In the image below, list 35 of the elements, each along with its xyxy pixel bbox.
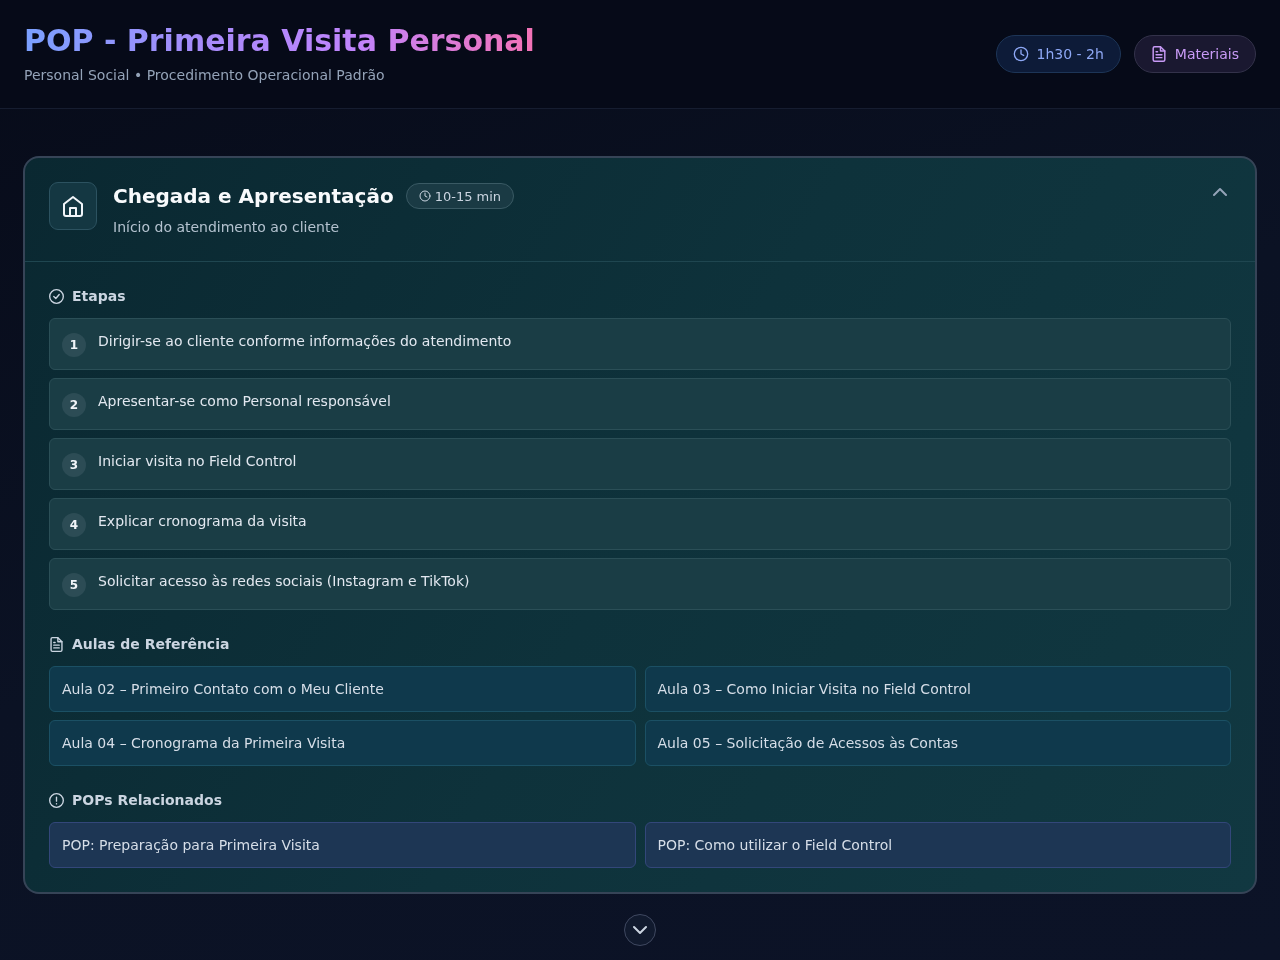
chevron-up-icon[interactable] xyxy=(1213,185,1227,199)
related-pop-link[interactable]: POP: Como utilizar o Field Control xyxy=(644,822,1231,868)
step-number: 4 xyxy=(62,513,86,537)
lesson-link[interactable]: Aula 03 – Como Iniciar Visita no Field Control xyxy=(644,666,1231,712)
step-text: Dirigir-se ao cliente conforme informações do atendimento xyxy=(98,332,512,351)
step-number: 5 xyxy=(62,573,86,597)
step-text: Iniciar visita no Field Control xyxy=(98,452,297,471)
materials-button[interactable]: Materiais xyxy=(1133,35,1256,73)
alert-circle-icon xyxy=(49,792,64,808)
page-subtitle: Personal Social • Procedimento Operacional Padrão xyxy=(24,66,385,85)
step-text: Apresentar-se como Personal responsável xyxy=(98,392,391,411)
duration-pill: 1h30 - 2h xyxy=(995,35,1121,73)
step-number: 2 xyxy=(62,393,86,417)
section-subtitle: Início do atendimento ao cliente xyxy=(113,218,340,237)
scroll-down-button[interactable] xyxy=(624,914,656,946)
step-text: Solicitar acesso às redes sociais (Instagram e TikTok) xyxy=(98,572,470,591)
check-circle-icon xyxy=(49,288,64,304)
steps-heading: Etapas xyxy=(72,288,126,304)
lesson-link[interactable]: Aula 02 – Primeiro Contato com o Meu Cliente xyxy=(49,666,636,712)
document-icon xyxy=(1150,46,1167,62)
step-number: 3 xyxy=(62,453,86,477)
lesson-link[interactable]: Aula 05 – Solicitação de Acessos às Contas xyxy=(644,720,1231,766)
step-number: 1 xyxy=(62,333,86,357)
section-title: Chegada e Apresentação xyxy=(113,183,394,210)
related-heading: POPs Relacionados xyxy=(72,792,222,808)
duration-pill: 10-15 min xyxy=(405,183,515,209)
lessons-heading: Aulas de Referência xyxy=(72,636,230,652)
clock-icon xyxy=(418,190,431,202)
related-pop-link[interactable]: POP: Preparação para Primeira Visita xyxy=(49,822,636,868)
lesson-link[interactable]: Aula 04 – Cronograma da Primeira Visita xyxy=(49,720,636,766)
chevron-down-icon xyxy=(633,923,647,937)
document-icon xyxy=(49,636,64,652)
home-icon xyxy=(49,182,97,230)
clock-icon xyxy=(1012,46,1029,62)
step-text: Explicar cronograma da visita xyxy=(98,512,307,531)
